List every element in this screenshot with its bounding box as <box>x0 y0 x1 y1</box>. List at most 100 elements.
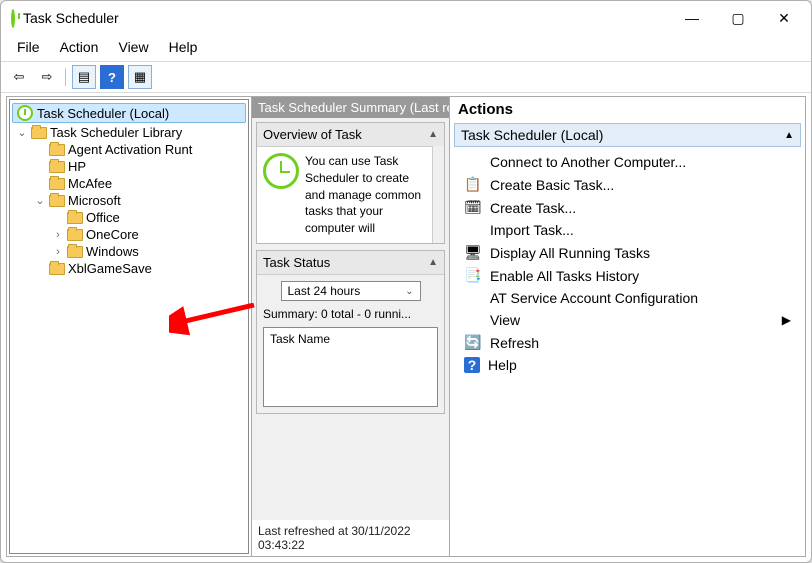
tree-item[interactable]: Agent Activation Runt <box>10 141 248 158</box>
overview-text: You can use Task Scheduler to create and… <box>305 153 426 237</box>
tree-item-label: Windows <box>86 244 139 259</box>
tree-item-label: Microsoft <box>68 193 121 208</box>
tree-item-windows[interactable]: › Windows <box>10 243 248 260</box>
chevron-right-icon: › <box>52 229 64 241</box>
chevron-down-icon: ⌄ <box>34 194 46 207</box>
minimize-button[interactable]: — <box>669 3 715 33</box>
scrollbar[interactable] <box>432 146 444 243</box>
action-connect-computer[interactable]: Connect to Another Computer... <box>454 151 801 173</box>
collapse-icon: ▲ <box>428 129 438 140</box>
action-at-service[interactable]: AT Service Account Configuration <box>454 287 801 309</box>
status-summary: Summary: 0 total - 0 runni... <box>263 307 438 321</box>
tree-root[interactable]: Task Scheduler (Local) <box>12 103 246 123</box>
actions-panel: Actions Task Scheduler (Local) ▲ Connect… <box>450 96 806 557</box>
collapse-icon: ▲ <box>428 257 438 268</box>
column-header: Task Name <box>270 332 330 346</box>
tree-item-label: Agent Activation Runt <box>68 142 192 157</box>
help-icon: ? <box>464 357 480 373</box>
timeframe-dropdown[interactable]: Last 24 hours ⌄ <box>281 281 421 301</box>
overview-head[interactable]: Overview of Task ▲ <box>257 123 444 146</box>
tree-library[interactable]: ⌄ Task Scheduler Library <box>10 124 248 141</box>
summary-panel: Task Scheduler Summary (Last refreshe Ov… <box>252 96 450 557</box>
chevron-right-icon: › <box>52 246 64 258</box>
actions-group-label: Task Scheduler (Local) <box>461 127 603 143</box>
action-help[interactable]: ? Help <box>454 354 801 376</box>
maximize-button[interactable]: ▢ <box>715 3 761 33</box>
tree-item-label: HP <box>68 159 86 174</box>
actions-title: Actions <box>450 97 805 123</box>
task-status-section: Task Status ▲ Last 24 hours ⌄ Summary: 0… <box>256 250 445 414</box>
folder-icon <box>49 178 65 190</box>
properties-button[interactable]: ▦ <box>128 65 152 89</box>
tree-item-label: OneCore <box>86 227 139 242</box>
summary-header: Task Scheduler Summary (Last refreshe <box>252 97 449 118</box>
tree-item-label: XblGameSave <box>68 261 152 276</box>
action-enable-history[interactable]: 📑 Enable All Tasks History <box>454 264 801 287</box>
action-label: Create Task... <box>490 200 576 216</box>
task-status-head[interactable]: Task Status ▲ <box>257 251 444 274</box>
tree-item-label: Task Scheduler Library <box>50 125 182 140</box>
action-label: Refresh <box>490 335 539 351</box>
action-label: View <box>490 312 520 328</box>
task-status-title: Task Status <box>263 255 330 270</box>
tree-panel: Task Scheduler (Local) ⌄ Task Scheduler … <box>6 96 252 557</box>
collapse-icon: ▲ <box>784 130 794 141</box>
action-label: Display All Running Tasks <box>490 245 650 261</box>
overview-section: Overview of Task ▲ You can use Task Sche… <box>256 122 445 244</box>
folder-icon <box>31 127 47 139</box>
tree-item-label: Office <box>86 210 120 225</box>
action-import-task[interactable]: Import Task... <box>454 219 801 241</box>
tree-item[interactable]: McAfee <box>10 175 248 192</box>
calendar-icon: 🗓 <box>464 199 482 216</box>
action-label: Create Basic Task... <box>490 177 614 193</box>
action-display-running[interactable]: 🖥 Display All Running Tasks <box>454 241 801 264</box>
tree-item-microsoft[interactable]: ⌄ Microsoft <box>10 192 248 209</box>
clock-icon <box>263 153 299 189</box>
close-button[interactable]: ✕ <box>761 3 807 33</box>
last-refreshed: Last refreshed at 30/11/2022 03:43:22 <box>252 520 449 556</box>
task-list[interactable]: Task Name <box>263 327 438 407</box>
chevron-down-icon: ⌄ <box>405 286 413 297</box>
help-button[interactable]: ? <box>100 65 124 89</box>
action-label: Import Task... <box>490 222 574 238</box>
forward-button[interactable]: ⇨ <box>35 65 59 89</box>
action-create-basic-task[interactable]: 📋 Create Basic Task... <box>454 173 801 196</box>
tree-item[interactable]: HP <box>10 158 248 175</box>
app-icon <box>11 11 15 26</box>
menu-file[interactable]: File <box>9 37 48 57</box>
action-create-task[interactable]: 🗓 Create Task... <box>454 196 801 219</box>
chevron-down-icon: ⌄ <box>16 126 28 139</box>
tree-root-label: Task Scheduler (Local) <box>37 106 169 121</box>
actions-group-header[interactable]: Task Scheduler (Local) ▲ <box>454 123 801 147</box>
action-label: AT Service Account Configuration <box>490 290 698 306</box>
folder-icon <box>49 161 65 173</box>
separator <box>65 68 66 86</box>
folder-icon <box>49 195 65 207</box>
action-view[interactable]: View ▶ <box>454 309 801 331</box>
action-label: Enable All Tasks History <box>490 268 639 284</box>
menu-action[interactable]: Action <box>52 37 107 57</box>
window-controls: — ▢ ✕ <box>669 3 807 33</box>
refresh-icon: 🔄 <box>464 334 482 351</box>
action-label: Connect to Another Computer... <box>490 154 686 170</box>
menu-view[interactable]: View <box>110 37 156 57</box>
dropdown-value: Last 24 hours <box>288 284 361 298</box>
menu-help[interactable]: Help <box>161 37 206 57</box>
action-refresh[interactable]: 🔄 Refresh <box>454 331 801 354</box>
show-tree-button[interactable]: ▤ <box>72 65 96 89</box>
monitor-icon: 🖥 <box>464 244 482 261</box>
tree-item[interactable]: › OneCore <box>10 226 248 243</box>
folder-icon <box>67 229 83 241</box>
task-scheduler-window: Task Scheduler — ▢ ✕ File Action View He… <box>0 0 812 563</box>
menubar: File Action View Help <box>1 35 811 61</box>
window-title: Task Scheduler <box>23 10 669 26</box>
main-area: Task Scheduler (Local) ⌄ Task Scheduler … <box>1 93 811 562</box>
folder-icon <box>67 212 83 224</box>
actions-list: Connect to Another Computer... 📋 Create … <box>450 147 805 380</box>
overview-title: Overview of Task <box>263 127 362 142</box>
chevron-right-icon: ▶ <box>782 313 791 327</box>
tree-item[interactable]: XblGameSave <box>10 260 248 277</box>
tree-item[interactable]: Office <box>10 209 248 226</box>
tree-item-label: McAfee <box>68 176 112 191</box>
back-button[interactable]: ⇦ <box>7 65 31 89</box>
